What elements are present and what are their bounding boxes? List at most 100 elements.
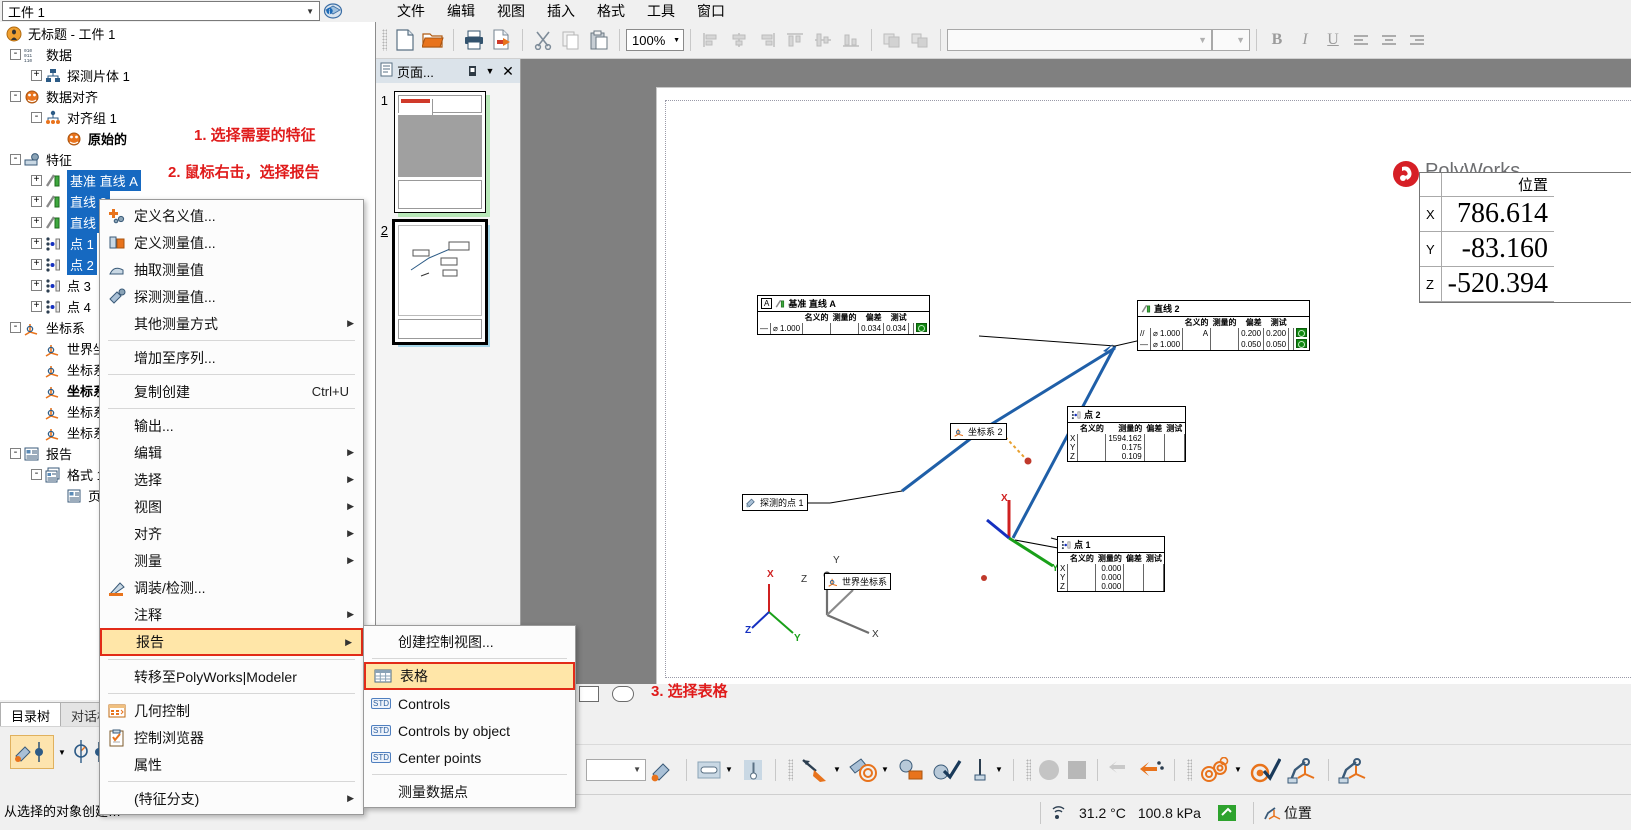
expand-toggle[interactable]: + — [31, 238, 42, 249]
probe-target-icon[interactable] — [845, 756, 881, 784]
context-menu-item-26[interactable]: (特征分支) ▶ — [100, 785, 363, 812]
scan-strip-icon[interactable] — [693, 756, 725, 784]
device-setup-icon[interactable] — [893, 756, 929, 784]
open-folder-icon[interactable] — [419, 26, 447, 54]
toolbar-grip[interactable] — [1187, 758, 1192, 781]
context-menu-item-12[interactable]: 选择 ▶ — [100, 466, 363, 493]
context-menu[interactable]: 定义名义值... 定义测量值... 抽取测量值 探测测量值... 其他测量方式 ▶ 增加至序… — [99, 199, 364, 815]
collapse-toggle[interactable]: - — [10, 49, 21, 60]
report-table-point-1[interactable]: 点 1 名义的 测量的 偏差 测试 X 0.000 Y 0.000 Z 0.000 — [1057, 536, 1166, 592]
text-align-left-icon[interactable] — [1347, 27, 1375, 53]
group-icon[interactable] — [878, 26, 906, 54]
context-menu-item-1[interactable]: 定义测量值... — [100, 229, 363, 256]
tree-item-4[interactable]: 原始的 — [0, 128, 375, 149]
expand-toggle[interactable]: + — [31, 217, 42, 228]
menu-3[interactable]: 插入 — [536, 0, 586, 23]
toolbar-grip[interactable] — [1026, 758, 1031, 781]
chevron-down-icon[interactable]: ▼ — [1236, 35, 1245, 45]
collapse-toggle[interactable]: - — [10, 91, 21, 102]
expand-toggle[interactable]: + — [31, 280, 42, 291]
expand-toggle[interactable]: + — [31, 175, 42, 186]
context-menu-item-2[interactable]: 抽取测量值 — [100, 256, 363, 283]
submenu-item-7[interactable]: 测量数据点 — [364, 778, 575, 805]
submenu-item-2[interactable]: 表格 — [364, 662, 575, 690]
undo-orange-icon[interactable] — [1136, 756, 1168, 784]
text-align-right-icon[interactable] — [1403, 27, 1431, 53]
arm-position-icon[interactable] — [1335, 756, 1373, 784]
bold-icon[interactable]: B — [1263, 27, 1291, 53]
report-table-datum-line-a[interactable]: A 基准 直线 A 名义的 测量的 偏差 测试 — ⌀ 1.000 0.034 0.034 — [757, 295, 931, 335]
align-right-icon[interactable] — [753, 26, 781, 54]
expand-toggle[interactable]: + — [31, 301, 42, 312]
collapse-toggle[interactable]: - — [31, 112, 42, 123]
report-table-line-2[interactable]: 直线 2 名义的 测量的 偏差 测试//⌀ 1.000 A 0.200 0.200— ⌀ 1.0… — [1137, 300, 1311, 351]
cut-icon[interactable] — [529, 26, 557, 54]
context-menu-item-8[interactable]: 复制创建 Ctrl+U — [100, 378, 363, 405]
submenu-item-4[interactable]: STD Controls by object — [364, 717, 575, 744]
chevron-down-icon[interactable]: ▼ — [881, 765, 893, 774]
menu-1[interactable]: 编辑 — [436, 0, 486, 23]
probe-measure-icon[interactable] — [797, 756, 833, 784]
shape-rect-button[interactable] — [579, 686, 599, 702]
font-size-combo[interactable]: ▼ — [1212, 29, 1250, 51]
report-page[interactable]: PolyWorks by innovmetric — [656, 87, 1631, 684]
context-menu-item-18[interactable]: 报告 ▶ — [100, 628, 363, 656]
collapse-toggle[interactable]: - — [10, 322, 21, 333]
shape-rounded-button[interactable] — [612, 686, 634, 702]
export-pdf-icon[interactable] — [488, 26, 516, 54]
toolbar-grip[interactable] — [382, 29, 387, 51]
menu-5[interactable]: 工具 — [636, 0, 686, 23]
zoom-level-combo[interactable]: 100% ▼ — [626, 29, 684, 51]
context-menu-item-20[interactable]: 转移至PolyWorks|Modeler — [100, 663, 363, 690]
tree-item-1[interactable]: + 探测片体 1 — [0, 65, 375, 86]
align-bottom-icon[interactable] — [837, 26, 865, 54]
expand-toggle[interactable]: + — [31, 259, 42, 270]
context-menu-item-6[interactable]: 增加至序列... — [100, 344, 363, 371]
page-thumbnail-1[interactable]: 1 — [376, 91, 520, 217]
chevron-down-icon[interactable]: ▼ — [1234, 765, 1246, 774]
page-thumbnail-preview[interactable] — [394, 91, 486, 213]
page-thumbnail-list[interactable]: 12 — [376, 91, 520, 347]
report-table-point-2[interactable]: 点 2 名义的 测量的 偏差 测试 X 1594.162 Y 0.175 Z 0.109 — [1067, 406, 1186, 462]
chevron-down-icon[interactable]: ▼ — [833, 765, 845, 774]
collapse-toggle[interactable]: - — [10, 448, 21, 459]
undo-gray-icon[interactable] — [1104, 756, 1136, 784]
bottom-combo[interactable]: ▼ — [586, 758, 646, 781]
align-left-icon[interactable] — [697, 26, 725, 54]
context-menu-item-16[interactable]: 调装/检测... — [100, 574, 363, 601]
chevron-down-icon[interactable]: ▼ — [725, 765, 737, 774]
main-toolbar[interactable]: 100% ▼ ▼ ▼ B I U — [376, 22, 1631, 59]
workpiece-combo[interactable]: 工件 1 ▼ — [2, 1, 320, 21]
context-menu-item-15[interactable]: 测量 ▶ — [100, 547, 363, 574]
info-workpiece-icon[interactable]: i — [320, 1, 346, 21]
submenu-item-5[interactable]: STD Center points — [364, 744, 575, 771]
collapse-toggle[interactable]: - — [31, 469, 42, 480]
chevron-down-icon[interactable]: ▼ — [56, 735, 68, 769]
align-center-icon[interactable] — [725, 26, 753, 54]
report-canvas[interactable]: PolyWorks by innovmetric — [521, 59, 1631, 684]
device-check-icon[interactable] — [929, 756, 965, 784]
text-align-center-icon[interactable] — [1375, 27, 1403, 53]
menu-2[interactable]: 视图 — [486, 0, 536, 23]
chevron-down-icon[interactable]: ▼ — [673, 37, 680, 44]
context-menu-item-23[interactable]: 控制浏览器 — [100, 724, 363, 751]
context-menu-item-14[interactable]: 对齐 ▶ — [100, 520, 363, 547]
page-thumbnail-2[interactable]: 2 — [376, 219, 520, 347]
target-check-icon[interactable] — [1246, 756, 1284, 784]
expand-toggle[interactable]: + — [31, 196, 42, 207]
pin-tool-icon[interactable] — [965, 756, 995, 784]
circle-shape-icon[interactable] — [1035, 756, 1063, 784]
menu-6[interactable]: 窗口 — [686, 0, 736, 23]
menu-4[interactable]: 格式 — [586, 0, 636, 23]
collapse-toggle[interactable]: - — [10, 154, 21, 165]
submenu-item-3[interactable]: STD Controls — [364, 690, 575, 717]
ungroup-icon[interactable] — [906, 26, 934, 54]
toolbar-grip[interactable] — [788, 758, 793, 781]
chevron-down-icon[interactable]: ▼ — [995, 765, 1007, 774]
new-document-icon[interactable] — [391, 26, 419, 54]
print-icon[interactable] — [460, 26, 488, 54]
expand-toggle[interactable]: + — [31, 70, 42, 81]
context-menu-item-22[interactable]: 几何控制 — [100, 697, 363, 724]
chevron-down-icon[interactable]: ▼ — [306, 7, 317, 16]
report-label-probed-point-1[interactable]: 探测的点 1 — [742, 494, 808, 511]
